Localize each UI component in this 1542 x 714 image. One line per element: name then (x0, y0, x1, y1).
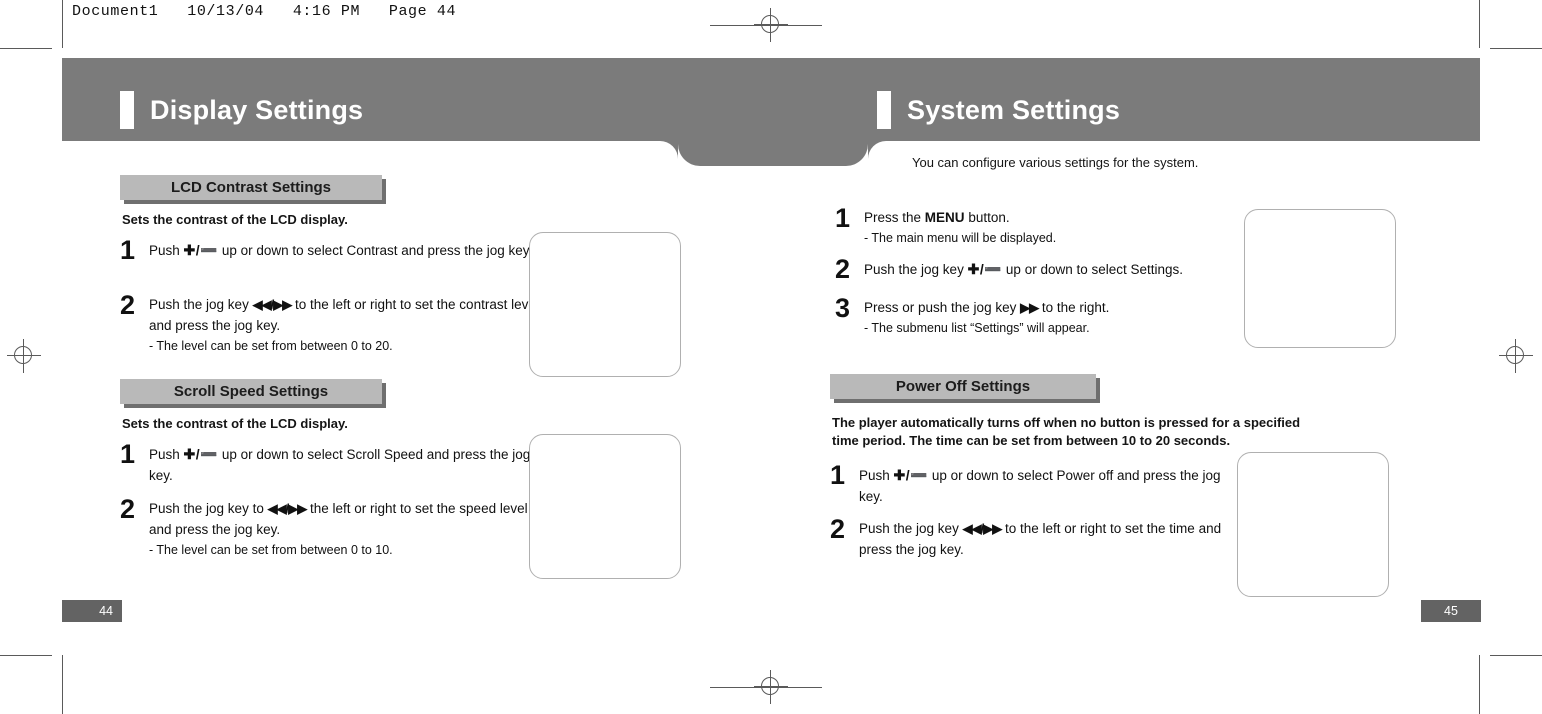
step-text: Push ✚/➖ up or down to select Scroll Spe… (149, 442, 540, 487)
step-number: 1 (120, 235, 136, 265)
page-number-left-label: 44 (99, 604, 113, 618)
right-page-intro: You can configure various settings for t… (912, 155, 1199, 170)
step-number: 2 (120, 494, 136, 524)
step-text: Push the jog key ◀◀/▶▶ to the left or ri… (859, 517, 1250, 561)
illustration-placeholder-scroll-speed (529, 434, 681, 579)
step-scroll-2: 2 Push the jog key to ◀◀/▶▶ the left or … (120, 494, 550, 560)
step-text: Push ✚/➖ up or down to select Contrast a… (149, 238, 532, 262)
registration-mark-bottom (754, 670, 788, 704)
crop-line-top-left (0, 48, 52, 49)
step-note: - The level can be set from between 0 to… (149, 542, 393, 557)
step-system-3: 3 Press or push the jog key ▶▶ to the ri… (835, 293, 1255, 338)
step-text-after: button. (968, 210, 1010, 225)
rewind-forward-key-icon: ◀◀/▶▶ (267, 501, 308, 516)
rewind-forward-key-icon: ◀◀/▶▶ (962, 521, 1003, 536)
title-accent-bar-right (877, 91, 891, 129)
banner-tab-notch (678, 141, 868, 166)
illustration-placeholder-lcd-contrast (529, 232, 681, 377)
trim-edge-right-bottom (1479, 655, 1480, 714)
step-text: Push the jog key to ◀◀/▶▶ the left or ri… (149, 497, 550, 560)
illustration-placeholder-system-menu (1244, 209, 1396, 348)
step-number: 2 (835, 254, 851, 284)
step-note: - The submenu list “Settings” will appea… (864, 320, 1090, 335)
step-text-before: Press or push the jog key (864, 300, 1017, 315)
plus-minus-key-icon: ✚/➖ (893, 467, 929, 483)
trim-edge-left (62, 0, 63, 48)
left-page-title-label: Display Settings (150, 94, 364, 125)
step-poweroff-1: 1 Push ✚/➖ up or down to select Power of… (830, 460, 1230, 508)
step-text-before: Push the jog key (864, 262, 964, 277)
section-header-power-off: Power Off Settings (830, 374, 1096, 399)
banner-tab-fillet-left (660, 141, 678, 159)
step-number: 3 (835, 293, 851, 323)
section-header-scroll-speed-label: Scroll Speed Settings (173, 383, 329, 400)
page-number-badge-left: 44 (62, 600, 122, 622)
step-scroll-1: 1 Push ✚/➖ up or down to select Scroll S… (120, 439, 540, 487)
step-text-before: Push the jog key to (149, 501, 264, 516)
step-text-before: Push (149, 447, 180, 462)
trim-edge-right (1479, 0, 1480, 48)
step-text-before: Push the jog key (859, 521, 959, 536)
crop-line-top-right (1490, 48, 1542, 49)
plus-minus-key-icon: ✚/➖ (183, 242, 219, 258)
step-text: Push the jog key ✚/➖ up or down to selec… (864, 257, 1183, 281)
right-page-title: System Settings (877, 91, 1120, 129)
registration-mark-left (7, 339, 41, 373)
right-page-title-label: System Settings (907, 94, 1121, 125)
trim-edge-left-bottom (62, 655, 63, 714)
step-text-after: up or down to select Settings. (1005, 262, 1184, 277)
registration-mark-top (754, 8, 788, 42)
rewind-forward-key-icon: ◀◀/▶▶ (252, 297, 293, 312)
step-poweroff-2: 2 Push the jog key ◀◀/▶▶ to the left or … (830, 514, 1250, 561)
step-text-after: up or down to select Contrast and press … (221, 243, 533, 258)
step-number: 2 (120, 290, 136, 320)
step-note: - The main menu will be displayed. (864, 230, 1057, 245)
section-header-scroll-speed: Scroll Speed Settings (120, 379, 382, 404)
section-header-power-off-label: Power Off Settings (895, 378, 1031, 395)
left-page-title: Display Settings (120, 91, 363, 129)
step-number: 1 (830, 460, 846, 490)
step-text: Push the jog key ◀◀/▶▶ to the left or ri… (149, 293, 550, 356)
section-header-lcd-contrast-label: LCD Contrast Settings (170, 179, 331, 196)
step-system-2: 2 Push the jog key ✚/➖ up or down to sel… (835, 254, 1255, 284)
illustration-placeholder-power-off (1237, 452, 1389, 597)
banner-tab-fillet-right (868, 141, 886, 159)
fast-forward-key-icon: ▶▶ (1020, 300, 1039, 315)
step-text-before: Press the (864, 210, 922, 225)
step-text: Press the MENU button. - The main menu w… (864, 206, 1056, 248)
step-text-before: Push (149, 243, 180, 258)
crop-line-bottom-left (0, 655, 52, 656)
step-text: Push ✚/➖ up or down to select Power off … (859, 463, 1230, 508)
menu-button-label: MENU (924, 210, 965, 225)
page-number-badge-right: 45 (1421, 600, 1481, 622)
section-desc-scroll-speed: Sets the contrast of the LCD display. (122, 416, 348, 431)
section-desc-power-off: The player automatically turns off when … (832, 415, 1301, 448)
step-text-before: Push the jog key (149, 297, 249, 312)
section-desc-lcd-contrast: Sets the contrast of the LCD display. (122, 212, 348, 227)
page-number-right-label: 45 (1444, 604, 1458, 618)
step-note: - The level can be set from between 0 to… (149, 338, 393, 353)
step-text-before: Push (859, 468, 890, 483)
step-number: 2 (830, 514, 846, 544)
title-accent-bar-left (120, 91, 134, 129)
step-system-1: 1 Press the MENU button. - The main menu… (835, 203, 1235, 248)
document-header-text: Document1 10/13/04 4:16 PM Page 44 (72, 3, 457, 20)
step-number: 1 (835, 203, 851, 233)
step-lcd-2: 2 Push the jog key ◀◀/▶▶ to the left or … (120, 290, 550, 356)
step-lcd-1: 1 Push ✚/➖ up or down to select Contrast… (120, 235, 540, 265)
plus-minus-key-icon: ✚/➖ (183, 446, 219, 462)
registration-mark-right (1499, 339, 1533, 373)
step-number: 1 (120, 439, 136, 469)
step-text-after: to the right. (1041, 300, 1110, 315)
step-text: Press or push the jog key ▶▶ to the righ… (864, 296, 1109, 338)
section-header-lcd-contrast: LCD Contrast Settings (120, 175, 382, 200)
crop-line-bottom-right (1490, 655, 1542, 656)
plus-minus-key-icon: ✚/➖ (967, 261, 1003, 277)
